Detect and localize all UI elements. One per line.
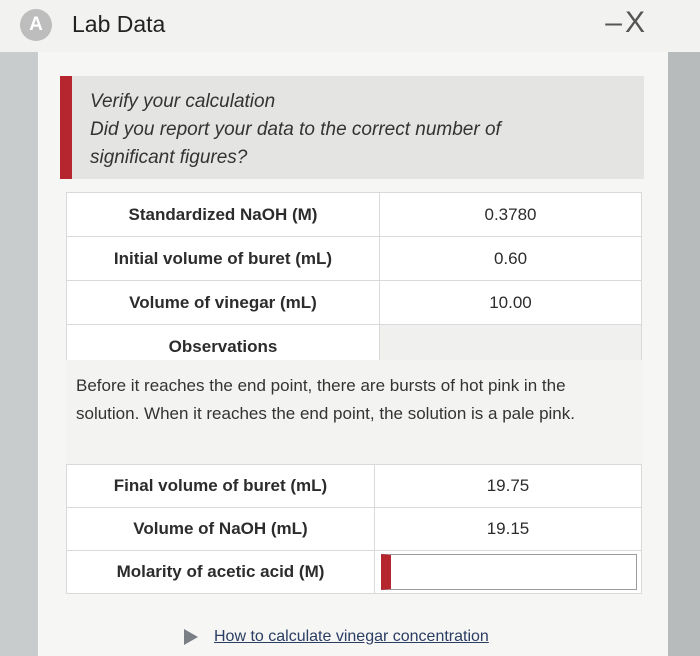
table-row: Final volume of buret (mL) 19.75: [66, 464, 642, 508]
table-row: Molarity of acetic acid (M): [66, 550, 642, 594]
play-arrow-icon: [184, 629, 198, 645]
table-row: Volume of vinegar (mL) 10.00: [66, 280, 642, 325]
vinegar-volume-label: Volume of vinegar (mL): [66, 280, 380, 325]
title-bar: A Lab Data –X: [0, 0, 700, 52]
acetic-acid-molarity-label: Molarity of acetic acid (M): [66, 550, 375, 594]
table-row: Initial volume of buret (mL) 0.60: [66, 236, 642, 281]
vinegar-concentration-help-link[interactable]: How to calculate vinegar concentration: [214, 628, 489, 646]
naoh-molarity-value: 0.3780: [379, 192, 642, 237]
minimize-button[interactable]: –: [605, 6, 625, 39]
final-buret-label: Final volume of buret (mL): [66, 464, 375, 508]
naoh-molarity-label: Standardized NaOH (M): [66, 192, 380, 237]
lab-data-table-top: Standardized NaOH (M) 0.3780 Initial vol…: [66, 192, 642, 369]
flask-app-icon: A: [20, 9, 52, 41]
verify-question-cont: significant figures?: [90, 147, 248, 168]
help-link-row: How to calculate vinegar concentration: [184, 628, 489, 646]
verify-heading: Verify your calculation: [90, 91, 276, 112]
acetic-acid-molarity-input[interactable]: [381, 554, 637, 590]
naoh-volume-label: Volume of NaOH (mL): [66, 507, 375, 551]
table-row: Volume of NaOH (mL) 19.15: [66, 507, 642, 551]
observations-text: Before it reaches the end point, there a…: [66, 360, 642, 464]
initial-buret-value: 0.60: [379, 236, 642, 281]
initial-buret-label: Initial volume of buret (mL): [66, 236, 380, 281]
window-title: Lab Data: [72, 11, 166, 37]
vinegar-volume-value: 10.00: [379, 280, 642, 325]
close-button[interactable]: X: [625, 6, 648, 39]
window-controls: –X: [605, 6, 648, 40]
verify-callout: Verify your calculation Did you report y…: [60, 76, 644, 179]
final-buret-value: 19.75: [374, 464, 642, 508]
background-edge: [668, 52, 700, 656]
verify-question: Did you report your data to the correct …: [90, 119, 501, 140]
naoh-volume-value: 19.15: [374, 507, 642, 551]
acetic-acid-molarity-cell: [374, 550, 642, 594]
lab-data-table-bottom: Final volume of buret (mL) 19.75 Volume …: [66, 464, 642, 594]
table-row: Standardized NaOH (M) 0.3780: [66, 192, 642, 237]
